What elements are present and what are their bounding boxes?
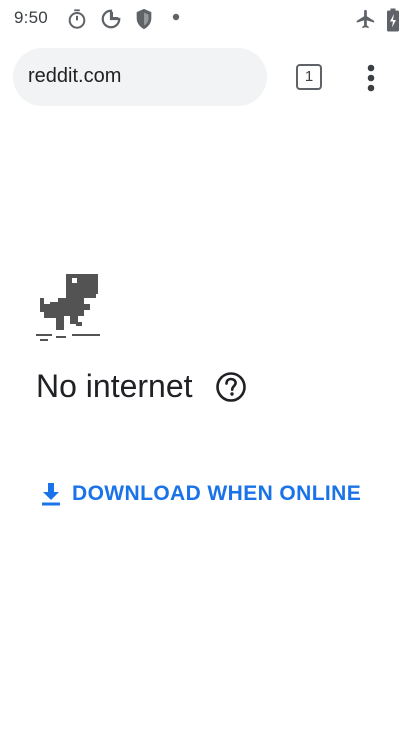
download-when-online-button[interactable]: DOWNLOAD WHEN ONLINE [40, 478, 361, 510]
airplane-icon [356, 9, 375, 29]
photos-icon [101, 9, 121, 29]
tab-switcher-button[interactable]: 1 [296, 64, 322, 90]
url-text[interactable]: reddit.com [28, 65, 121, 88]
status-time: 9:50 [14, 8, 48, 27]
address-bar[interactable]: reddit.com [13, 48, 267, 106]
shield-icon [136, 8, 152, 30]
status-bar: 9:50 [0, 0, 412, 36]
help-circle-icon[interactable] [215, 371, 247, 403]
browser-toolbar: reddit.com 1 [0, 36, 412, 120]
more-vert-icon[interactable] [356, 62, 386, 94]
download-icon [42, 483, 60, 506]
stopwatch-icon [68, 9, 86, 29]
battery-icon [387, 8, 399, 32]
dino-icon [36, 274, 100, 341]
dot-icon [172, 13, 180, 21]
download-label: DOWNLOAD WHEN ONLINE [72, 482, 362, 505]
error-title: No internet [36, 368, 193, 404]
